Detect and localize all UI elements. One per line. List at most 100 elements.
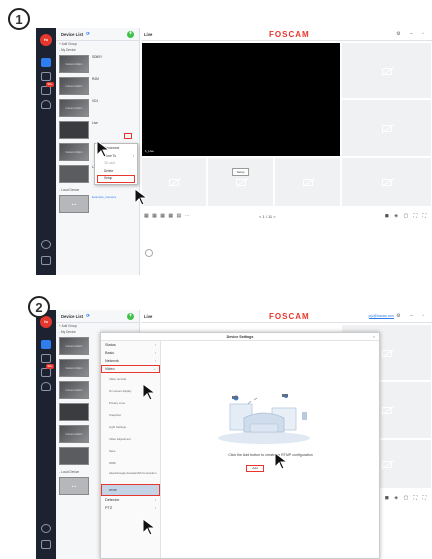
- highlight-box: [124, 133, 132, 139]
- menu-item-3d-card[interactable]: 3D card: [95, 160, 137, 168]
- nav-subitem[interactable]: Video Adjustment: [101, 433, 160, 445]
- add-device-button[interactable]: +: [127, 31, 134, 38]
- cursor-pointer-icon: [142, 383, 156, 401]
- no-video-icon: [381, 125, 392, 132]
- menu-icon[interactable]: [41, 540, 51, 549]
- step-number-badge: 2: [28, 296, 50, 318]
- top-bar: Live FOSCAM ⚙ – ▫: [141, 28, 432, 41]
- no-video-icon: [235, 179, 246, 186]
- cursor-pointer-icon: [274, 452, 288, 470]
- nav-item-label: Video: [105, 367, 115, 371]
- alert-count-badge: 99+: [46, 82, 54, 87]
- group-local-device[interactable]: - Local Device: [56, 187, 139, 193]
- live-view-icon[interactable]: [41, 58, 51, 67]
- chevron-right-icon: ›: [154, 506, 156, 510]
- video-tile[interactable]: [341, 99, 432, 157]
- camera-thumbnail: [59, 165, 89, 183]
- window-controls[interactable]: ⚙ – ▫: [396, 313, 428, 319]
- cursor-pointer-icon: [96, 140, 110, 158]
- device-list-header: Device List ⟳ +: [56, 310, 139, 323]
- camera-item[interactable]: ▲▲ Example_Camera: [59, 195, 136, 215]
- camera-item[interactable]: Camera Option R4M: [59, 77, 136, 97]
- camera-thumbnail: [59, 447, 89, 465]
- dialog-header: Device Settings ×: [101, 333, 379, 341]
- step-number-badge: 1: [8, 8, 30, 30]
- add-rtmp-button[interactable]: Add: [246, 465, 264, 472]
- nav-subitem[interactable]: Save: [101, 445, 160, 457]
- camera-item[interactable]: Camera Option VD1: [59, 99, 136, 119]
- tile-setup-button[interactable]: Setup: [231, 168, 250, 176]
- nav-subitem[interactable]: Alexa/Google Assistant/Mi Connection: [101, 469, 160, 484]
- top-bar: Live FOSCAM jojo@foscam.com ⚙ – ▫: [141, 310, 432, 323]
- nav-item-basic[interactable]: Basic ›: [101, 349, 160, 357]
- layout-buttons[interactable]: ▦ ▦ ▦ ▦ ▤ ⋯: [144, 213, 191, 219]
- nav-item-ptz[interactable]: PTZ ›: [101, 504, 160, 512]
- cloud-icon[interactable]: [41, 100, 51, 109]
- nav-item-network[interactable]: Network ›: [101, 357, 160, 365]
- camera-thumbnail: Camera Option: [59, 425, 89, 443]
- live-title: Live: [144, 32, 153, 37]
- no-video-icon: [381, 67, 392, 75]
- camera-thumbnail: [59, 403, 89, 421]
- video-tile[interactable]: Setup: [207, 157, 274, 207]
- menu-icon[interactable]: [41, 256, 51, 265]
- left-rail: fo 99+: [36, 310, 56, 559]
- video-tile[interactable]: [341, 157, 432, 207]
- camera-thumbnail: Camera Option: [59, 359, 89, 377]
- nav-subitem[interactable]: WDR: [101, 457, 160, 469]
- user-email-link[interactable]: jojo@foscam.com: [368, 314, 394, 319]
- brand-logo: FOSCAM: [269, 30, 310, 39]
- page-indicator[interactable]: < 1 / 11 >: [259, 214, 276, 219]
- nav-item-label: Detector: [105, 498, 120, 502]
- video-tile[interactable]: [274, 157, 341, 207]
- no-video-icon: [169, 179, 179, 186]
- ptz-icon[interactable]: [145, 249, 153, 257]
- add-device-button[interactable]: +: [127, 313, 134, 320]
- camera-thumbnail: ▲▲: [59, 477, 89, 495]
- live-title: Live: [144, 314, 153, 319]
- nav-subitem[interactable]: Light Settings: [101, 421, 160, 433]
- video-tile-live[interactable]: 1_Live: [141, 42, 341, 157]
- live-view-icon[interactable]: [41, 340, 51, 349]
- close-icon[interactable]: ×: [373, 333, 375, 341]
- chevron-right-icon: ›: [154, 359, 156, 363]
- chevron-right-icon: ›: [154, 343, 156, 347]
- nav-subitem-rtmp[interactable]: RTMP: [101, 484, 160, 496]
- message-icon[interactable]: [41, 86, 51, 95]
- no-video-icon: [302, 179, 313, 186]
- nav-item-label: PTZ: [105, 506, 113, 510]
- nav-item-video[interactable]: Video ⌄: [101, 365, 160, 373]
- playback-icon[interactable]: [41, 354, 51, 363]
- refresh-icon[interactable]: ⟳: [86, 31, 90, 37]
- window-controls[interactable]: ⚙ – ▫: [396, 31, 428, 37]
- refresh-icon[interactable]: ⟳: [86, 313, 90, 319]
- playback-icon[interactable]: [41, 72, 51, 81]
- camera-name: R4M: [92, 77, 99, 81]
- nav-item-label: Status: [105, 343, 116, 347]
- menu-item-delete[interactable]: Delete: [95, 168, 137, 176]
- step-marker: 3: [278, 461, 281, 466]
- menu-item-setup[interactable]: Setup: [97, 175, 135, 183]
- nav-subitem[interactable]: Snapshot: [101, 409, 160, 421]
- nav-item-detector[interactable]: Detector ›: [101, 496, 160, 504]
- add-device-icon[interactable]: [41, 240, 51, 249]
- group-my-device[interactable]: - My Device: [56, 47, 139, 53]
- video-grid: 1_Live Setup: [141, 42, 432, 207]
- chevron-right-icon: ›: [154, 498, 156, 502]
- dialog-title: Device Settings: [226, 335, 254, 339]
- nav-item-status[interactable]: Status ›: [101, 341, 160, 349]
- message-icon[interactable]: [41, 368, 51, 377]
- alert-count-badge: 99+: [46, 364, 54, 369]
- video-tile[interactable]: [141, 157, 207, 207]
- add-device-icon[interactable]: [41, 524, 51, 533]
- app-logo: fo: [40, 316, 52, 328]
- screenshot-step-2: fo 99+ Device List ⟳ + + Add Group - My …: [36, 310, 432, 559]
- cloud-icon[interactable]: [41, 382, 51, 391]
- empty-state-message: Click the Add button to create an RTMP c…: [228, 453, 313, 457]
- chevron-down-icon: ⌄: [152, 367, 156, 371]
- camera-thumbnail: Camera Option: [59, 143, 89, 161]
- video-tile[interactable]: [341, 42, 432, 99]
- view-tools[interactable]: ◼ ◈ ▢ ⛶ ⛶: [385, 495, 428, 501]
- camera-item[interactable]: Camera Option SD80Y: [59, 55, 136, 75]
- view-tools[interactable]: ◼ ◈ ▢ ⛶ ⛶: [385, 213, 428, 219]
